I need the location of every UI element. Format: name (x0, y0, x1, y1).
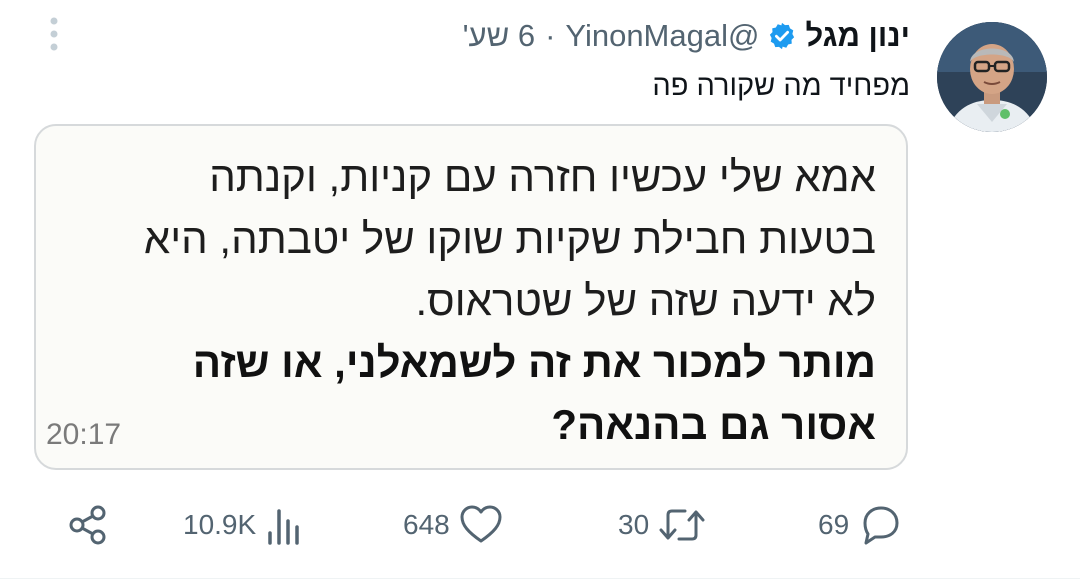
tweet-header: ינון מגל @YinonMagal · 6 שע' (463, 18, 910, 54)
message-timestamp: 20:17 (46, 418, 122, 451)
like-count: 648 (403, 509, 450, 540)
views-count: 10.9K (183, 509, 257, 540)
verified-badge-icon (767, 21, 797, 51)
share-button[interactable] (66, 495, 110, 555)
message-bold-line: אסור גם בהנאה? (551, 401, 876, 448)
like-button[interactable]: 648 (403, 495, 504, 555)
views-button[interactable]: 10.9K (183, 495, 304, 555)
reply-icon (857, 503, 903, 547)
retweet-count: 30 (618, 509, 650, 540)
message-line: אמא שלי עכשיו חזרה עם קניות, וקנתה (209, 153, 876, 200)
header-separator: · (545, 18, 556, 53)
reply-button[interactable]: 69 (818, 495, 903, 555)
action-bar: 10.9K 648 30 69 (0, 495, 1080, 555)
like-icon (458, 503, 504, 547)
retweet-icon (657, 503, 707, 547)
views-icon (264, 503, 304, 547)
more-vertical-icon[interactable] (44, 14, 64, 54)
tweet-time[interactable]: 6 שע' (463, 18, 535, 54)
author-name[interactable]: ינון מגל (805, 18, 910, 54)
message-bold-line: מותר למכור את זה לשמאלני, או שזה (192, 339, 876, 386)
tweet[interactable]: ינון מגל @YinonMagal · 6 שע' מפחיד מה שק… (0, 0, 1080, 587)
avatar[interactable] (937, 22, 1047, 132)
reply-count: 69 (818, 509, 850, 540)
tweet-text: מפחיד מה שקורה פה (652, 70, 910, 102)
message-line: לא ידעה שזה של שטראוס. (415, 277, 876, 324)
divider (0, 578, 1080, 579)
message-bubble: אמא שלי עכשיו חזרה עם קניות, וקנתה בטעות… (56, 146, 876, 456)
tweet-image[interactable]: אמא שלי עכשיו חזרה עם קניות, וקנתה בטעות… (34, 124, 908, 470)
author-handle[interactable]: @YinonMagal (565, 18, 759, 54)
retweet-button[interactable]: 30 (618, 495, 707, 555)
share-icon (66, 503, 110, 547)
message-line: בטעות חבילת שקיות שוקו של יטבתה, היא (143, 215, 876, 262)
